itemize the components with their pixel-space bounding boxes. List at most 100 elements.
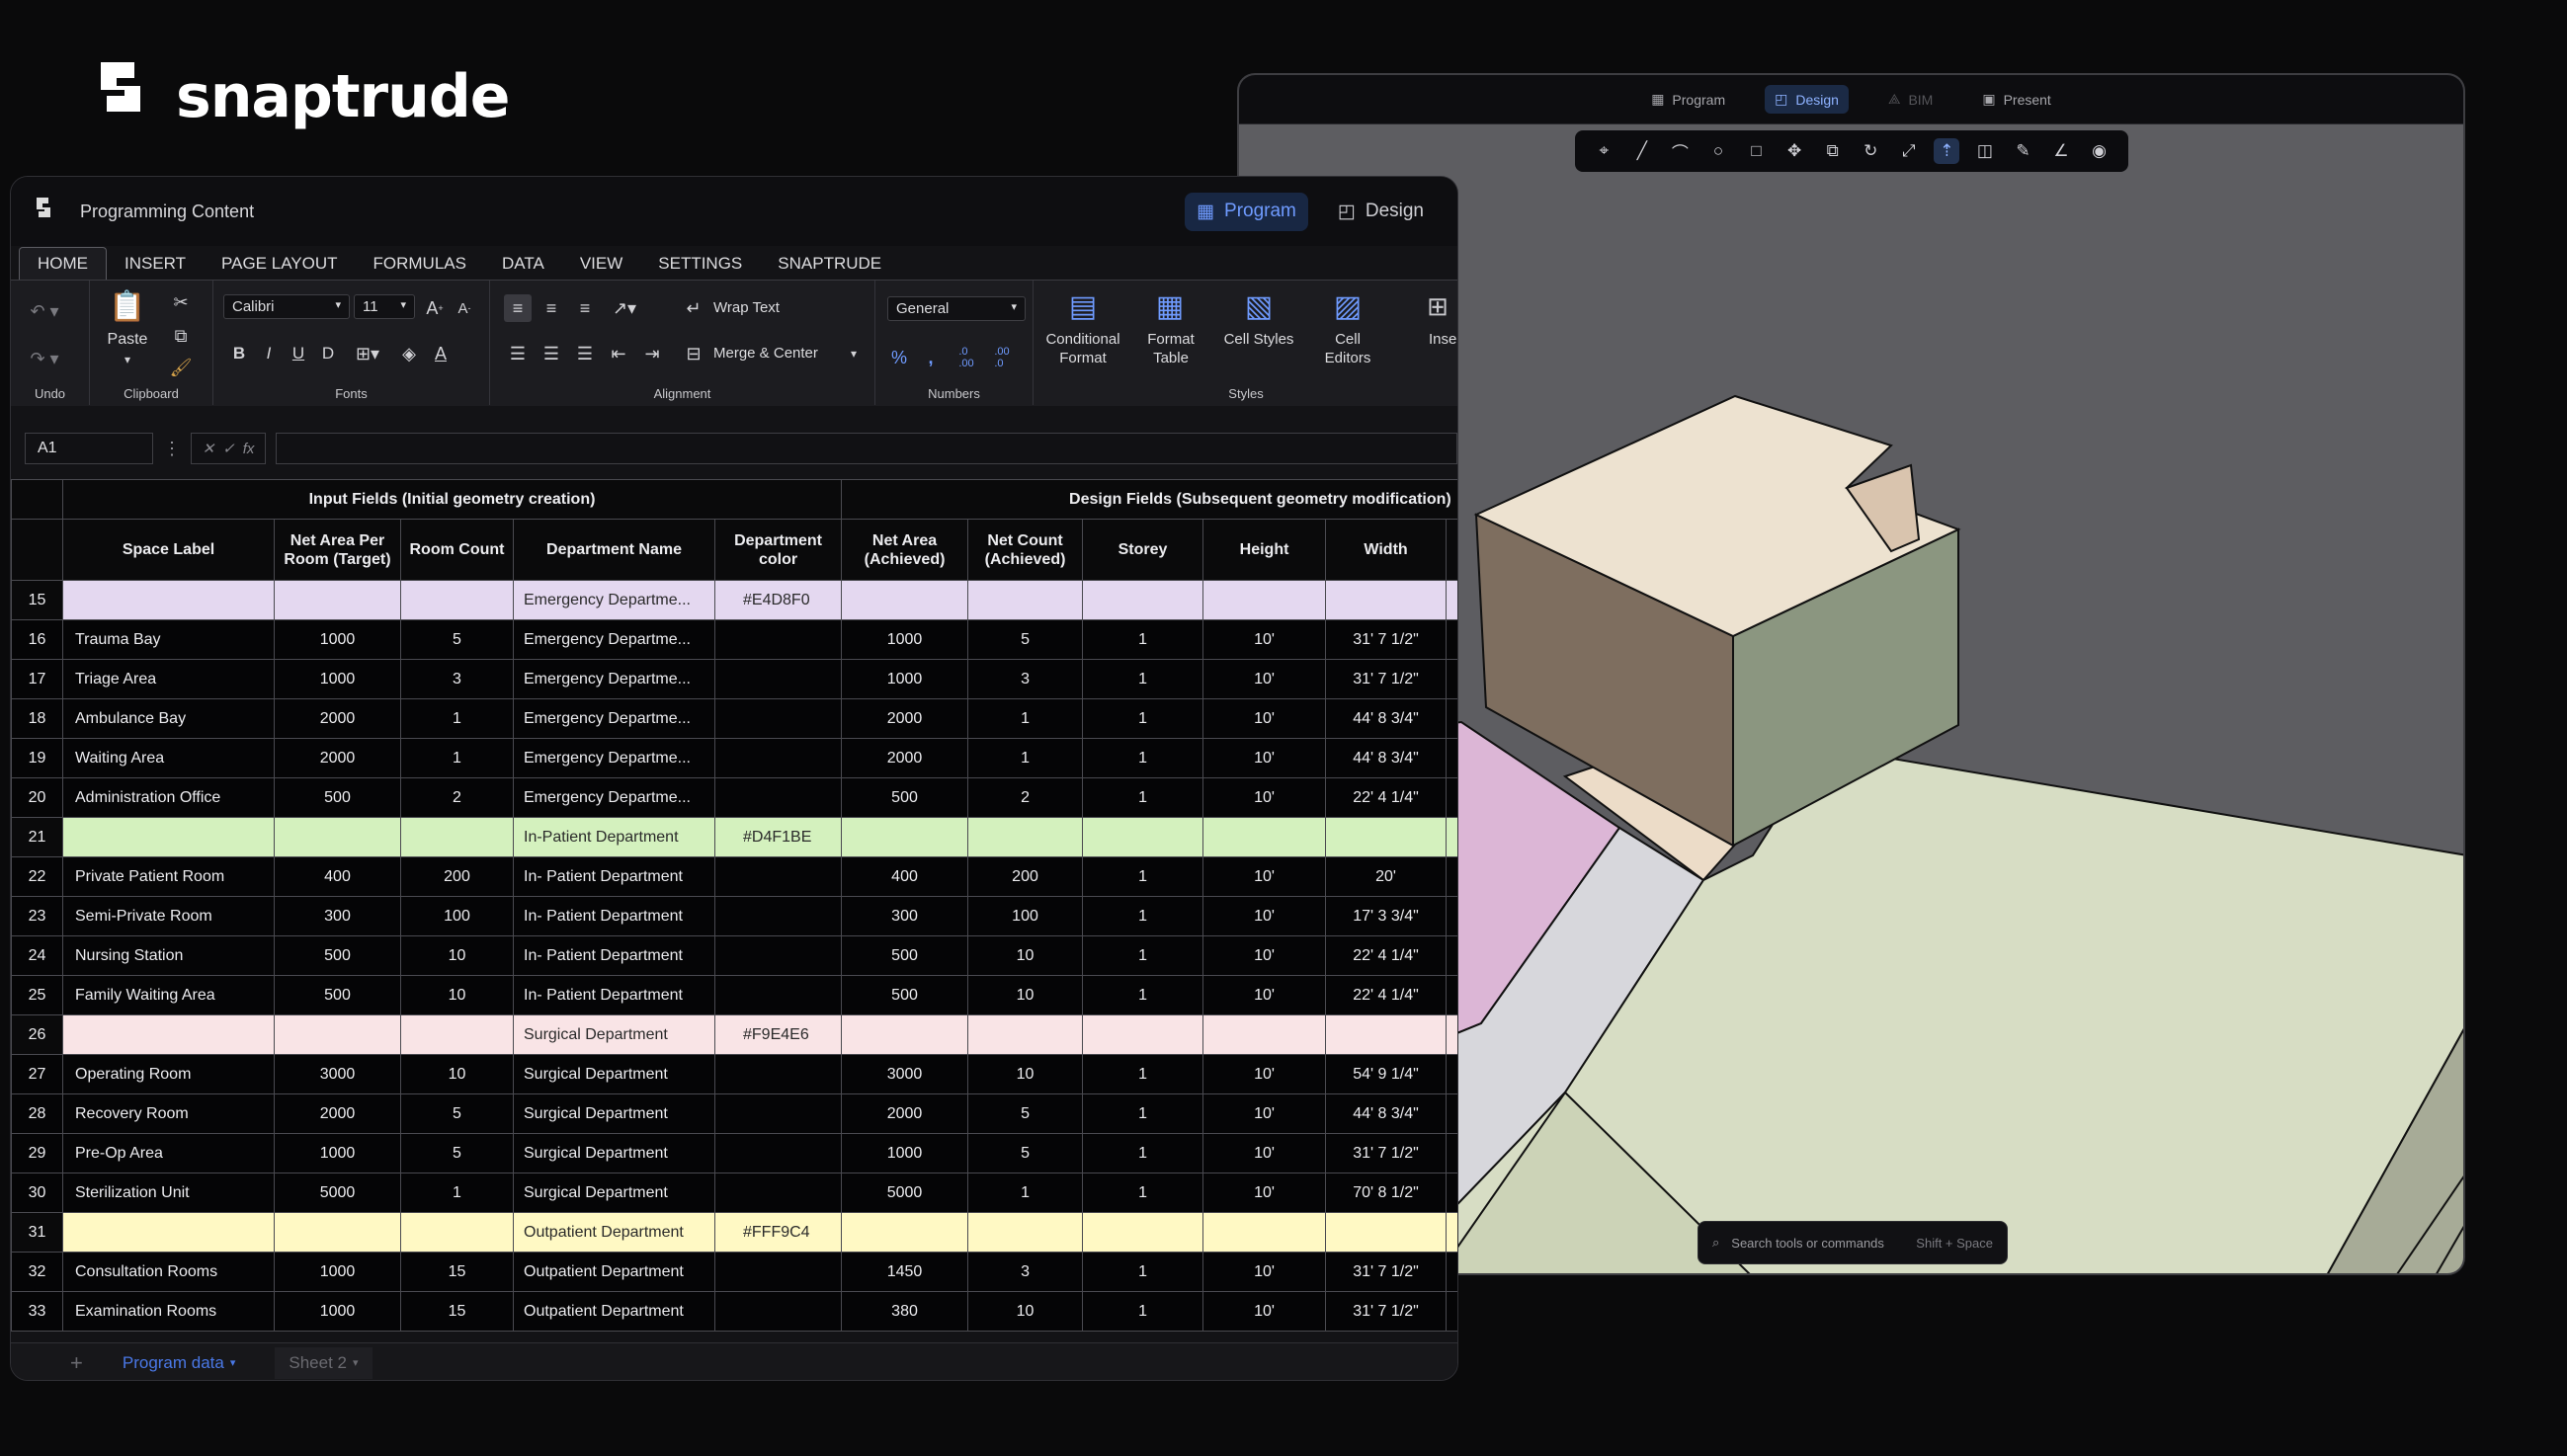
column-header[interactable]: Storey [1082, 519, 1204, 581]
cell-area[interactable] [274, 580, 401, 620]
cell-width[interactable]: 54' 9 1/4" [1325, 1054, 1448, 1094]
table-row[interactable]: 24 Nursing Station 500 10 In- Patient Depart… [11, 935, 1457, 976]
copy-icon[interactable]: ⧉ [169, 324, 193, 348]
table-row[interactable]: 15 Emergency Departme... #E4D8F0 [11, 580, 1457, 620]
formula-input[interactable] [276, 433, 1457, 464]
row-number[interactable]: 33 [11, 1291, 63, 1332]
cell-count[interactable] [400, 817, 514, 857]
cell-label[interactable]: Nursing Station [62, 935, 275, 976]
cell-nc[interactable] [967, 1212, 1084, 1253]
cell-nc[interactable]: 10 [967, 1054, 1084, 1094]
cell-ach[interactable]: 500 [841, 935, 969, 976]
cell-dept[interactable]: In- Patient Department [513, 975, 715, 1015]
table-row[interactable]: 16 Trauma Bay 1000 5 Emergency Departme... 10… [11, 619, 1457, 660]
cell-extra[interactable] [1446, 659, 1457, 699]
cell-height[interactable]: 10' [1202, 1133, 1327, 1173]
cell-width[interactable]: 20' [1325, 856, 1448, 897]
arc-tool-icon[interactable]: ⌒ [1667, 138, 1693, 164]
fill-color-icon[interactable]: ◈ [395, 340, 423, 367]
cell-label[interactable] [62, 580, 275, 620]
cell-dept[interactable]: Emergency Departme... [513, 698, 715, 739]
cell-width[interactable] [1325, 1014, 1448, 1055]
cell-area[interactable] [274, 1014, 401, 1055]
row-number[interactable]: 22 [11, 856, 63, 897]
cell-label[interactable]: Consultation Rooms [62, 1252, 275, 1292]
cell-dept[interactable]: In- Patient Department [513, 856, 715, 897]
column-header[interactable]: Net Count (Achieved) [967, 519, 1084, 581]
row-number[interactable]: 18 [11, 698, 63, 739]
cell-count[interactable]: 200 [400, 856, 514, 897]
sheet-tab-program-data[interactable]: Program data ▾ [123, 1353, 236, 1373]
percent-icon[interactable]: % [885, 344, 913, 371]
row-number[interactable]: 16 [11, 619, 63, 660]
cell-color[interactable]: #E4D8F0 [713, 580, 843, 620]
column-header[interactable]: Space Label [62, 519, 275, 581]
align-center-icon[interactable]: ☰ [538, 340, 565, 367]
cell-storey[interactable]: 1 [1082, 1093, 1204, 1134]
cell-width[interactable]: 22' 4 1/4" [1325, 935, 1448, 976]
cell-width[interactable]: 31' 7 1/2" [1325, 659, 1448, 699]
cell-dept[interactable]: Emergency Departme... [513, 738, 715, 778]
cell-storey[interactable] [1082, 1014, 1204, 1055]
wrap-text-button[interactable]: Wrap Text [713, 298, 780, 317]
row-number[interactable]: 29 [11, 1133, 63, 1173]
format-painter-icon[interactable]: 🖌 [169, 356, 193, 379]
cell-storey[interactable]: 1 [1082, 1133, 1204, 1173]
format-table-icon[interactable]: ▦ [1150, 286, 1190, 326]
cell-color[interactable] [713, 1054, 843, 1094]
cell-height[interactable]: 10' [1202, 896, 1327, 936]
cell-dept[interactable]: Emergency Departme... [513, 619, 715, 660]
cell-color[interactable] [713, 659, 843, 699]
cell-ach[interactable]: 1000 [841, 619, 969, 660]
tab-home[interactable]: HOME [19, 247, 107, 280]
align-top-icon[interactable]: ≡ [504, 294, 532, 322]
cell-nc[interactable]: 200 [967, 856, 1084, 897]
cell-storey[interactable] [1082, 817, 1204, 857]
table-row[interactable]: 30 Sterilization Unit 5000 1 Surgical Depart… [11, 1173, 1457, 1213]
cell-area[interactable]: 500 [274, 975, 401, 1015]
move-tool-icon[interactable]: ✥ [1781, 138, 1807, 164]
camera-tool-icon[interactable]: ◉ [2087, 138, 2112, 164]
cell-height[interactable]: 10' [1202, 1291, 1327, 1332]
cell-extra[interactable] [1446, 738, 1457, 778]
cell-width[interactable]: 17' 3 3/4" [1325, 896, 1448, 936]
cell-nc[interactable]: 5 [967, 1093, 1084, 1134]
table-row[interactable]: 21 In-Patient Department #D4F1BE [11, 817, 1457, 857]
cell-extra[interactable] [1446, 580, 1457, 620]
cell-label[interactable]: Administration Office [62, 777, 275, 818]
cell-height[interactable] [1202, 1014, 1327, 1055]
cell-storey[interactable]: 1 [1082, 698, 1204, 739]
cell-nc[interactable]: 10 [967, 975, 1084, 1015]
cell-storey[interactable]: 1 [1082, 619, 1204, 660]
cell-label[interactable]: Operating Room [62, 1054, 275, 1094]
align-right-icon[interactable]: ☰ [571, 340, 599, 367]
merge-center-button[interactable]: Merge & Center [713, 344, 818, 363]
cell-storey[interactable]: 1 [1082, 935, 1204, 976]
cell-color[interactable] [713, 1133, 843, 1173]
decrease-font-icon[interactable]: A- [451, 294, 478, 322]
copy-tool-icon[interactable]: ⧉ [1820, 138, 1846, 164]
cell-storey[interactable]: 1 [1082, 1291, 1204, 1332]
add-sheet-icon[interactable]: + [70, 1350, 83, 1376]
cell-count[interactable]: 10 [400, 1054, 514, 1094]
circle-tool-icon[interactable]: ○ [1705, 138, 1731, 164]
cell-height[interactable] [1202, 817, 1327, 857]
cell-height[interactable] [1202, 1212, 1327, 1253]
decrease-decimal-icon[interactable]: .00.0 [986, 344, 1018, 371]
viewer-tab-present[interactable]: ▣ Present [1972, 85, 2060, 114]
conditional-format-icon[interactable]: ▤ [1063, 286, 1103, 326]
rectangle-tool-icon[interactable]: □ [1744, 138, 1770, 164]
column-header[interactable]: Net Area Per Room (Target) [274, 519, 401, 581]
cell-count[interactable]: 5 [400, 619, 514, 660]
conditional-format-button[interactable]: Conditional Format [1034, 330, 1132, 367]
cell-label[interactable] [62, 1212, 275, 1253]
command-search-bar[interactable]: ⌕ Search tools or commands Shift + Space [1698, 1221, 2008, 1264]
cell-ach[interactable] [841, 817, 969, 857]
column-header[interactable]: Height [1202, 519, 1327, 581]
cell-ach[interactable] [841, 1014, 969, 1055]
tab-insert[interactable]: INSERT [107, 248, 204, 280]
font-family-dropdown[interactable]: Calibri ▾ [223, 294, 350, 319]
cell-ach[interactable]: 2000 [841, 698, 969, 739]
cell-area[interactable]: 1000 [274, 1133, 401, 1173]
cell-count[interactable] [400, 580, 514, 620]
